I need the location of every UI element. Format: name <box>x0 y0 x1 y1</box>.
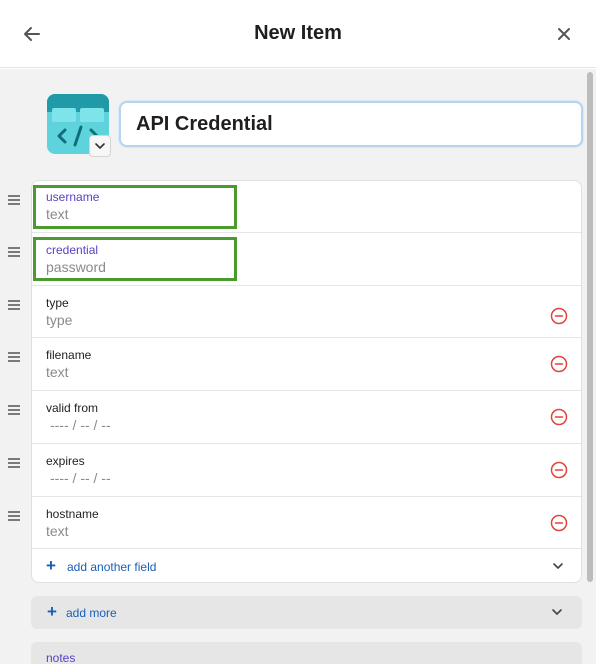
icon-picker-button[interactable] <box>89 135 111 157</box>
add-more-label: add more <box>66 606 117 620</box>
notes-section[interactable]: notes <box>31 642 582 664</box>
plus-icon: + <box>46 556 56 575</box>
add-more-button[interactable]: + add more <box>31 596 582 629</box>
drag-handle-icon[interactable] <box>8 247 22 259</box>
remove-circle-icon[interactable] <box>550 307 568 325</box>
plus-icon: + <box>47 602 57 621</box>
field-row-valid-from[interactable]: valid from ---- / -- / -- <box>32 391 581 444</box>
remove-circle-icon[interactable] <box>550 408 568 426</box>
field-row-username[interactable]: username text <box>32 181 581 233</box>
highlight-box <box>33 185 237 229</box>
field-label: expires <box>46 454 85 468</box>
field-label: valid from <box>46 401 99 415</box>
drag-handle-icon[interactable] <box>8 458 22 470</box>
remove-circle-icon[interactable] <box>550 355 568 373</box>
field-row-type[interactable]: type type <box>32 286 581 338</box>
chevron-down-icon[interactable] <box>550 605 564 619</box>
date-input[interactable]: ---- / -- / -- <box>50 470 111 486</box>
add-another-field-button[interactable]: + add another field <box>32 549 581 583</box>
field-value-input[interactable]: type <box>46 312 72 328</box>
item-title-input[interactable] <box>119 101 583 147</box>
fields-card: username text credential password type t… <box>31 180 582 583</box>
field-label: type <box>46 296 69 310</box>
field-label: filename <box>46 348 92 362</box>
field-value-input[interactable]: text <box>46 523 69 539</box>
drag-handle-icon[interactable] <box>8 511 22 523</box>
highlight-box <box>33 237 237 281</box>
chevron-down-icon <box>95 143 105 149</box>
drag-handle-icon[interactable] <box>8 195 22 207</box>
dialog-header: New Item <box>0 0 596 68</box>
notes-label: notes <box>46 651 76 664</box>
close-icon[interactable] <box>552 22 576 46</box>
scrollbar-thumb[interactable] <box>587 72 593 582</box>
field-row-credential[interactable]: credential password <box>32 233 581 286</box>
remove-circle-icon[interactable] <box>550 461 568 479</box>
remove-circle-icon[interactable] <box>550 514 568 532</box>
add-field-label: add another field <box>67 560 157 574</box>
drag-handle-icon[interactable] <box>8 405 22 417</box>
chevron-down-icon[interactable] <box>551 559 565 573</box>
page-title: New Item <box>254 22 342 44</box>
drag-handle-icon[interactable] <box>8 352 22 364</box>
field-value-input[interactable]: text <box>46 364 69 380</box>
field-row-expires[interactable]: expires ---- / -- / -- <box>32 444 581 497</box>
field-row-hostname[interactable]: hostname text <box>32 497 581 549</box>
drag-handle-icon[interactable] <box>8 300 22 312</box>
date-input[interactable]: ---- / -- / -- <box>50 417 111 433</box>
field-row-filename[interactable]: filename text <box>32 338 581 391</box>
field-label: hostname <box>46 507 99 521</box>
